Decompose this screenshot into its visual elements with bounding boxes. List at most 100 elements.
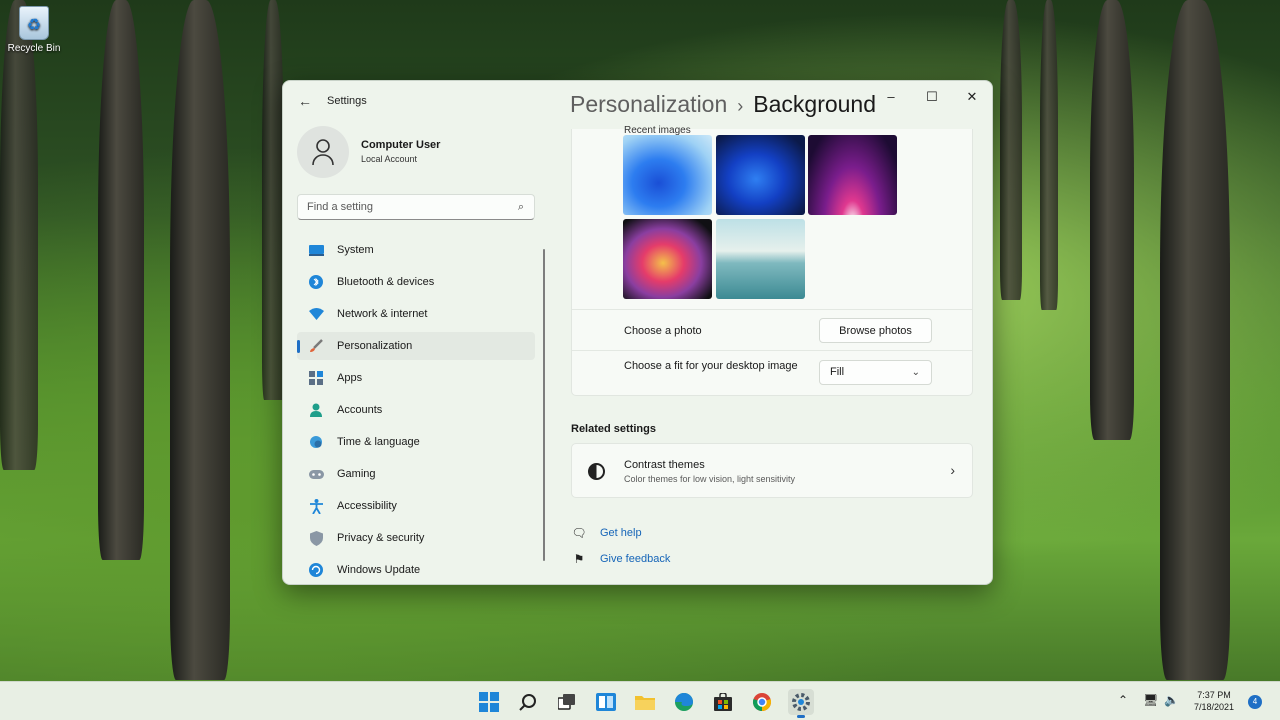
edge-browser-button[interactable]	[671, 689, 697, 715]
sidebar-item-label: System	[337, 244, 374, 256]
fit-dropdown[interactable]: Fill ⌄	[819, 360, 932, 385]
related-settings-title: Related settings	[571, 423, 656, 435]
user-profile[interactable]: Computer User Local Account	[297, 126, 547, 178]
user-name: Computer User	[361, 139, 441, 151]
settings-app-button[interactable]	[788, 689, 814, 718]
sidebar-item-label: Time & language	[337, 436, 420, 448]
sidebar-item-label: Bluetooth & devices	[337, 276, 435, 288]
sidebar-item-accessibility[interactable]: Accessibility	[297, 492, 535, 520]
display-icon	[308, 242, 324, 258]
contrast-themes-subtitle: Color themes for low vision, light sensi…	[624, 474, 796, 484]
recent-image-bloom-light[interactable]	[623, 135, 712, 215]
search-icon	[519, 694, 536, 711]
globe-clock-icon	[308, 434, 324, 450]
help-icon: 🗨	[571, 526, 587, 540]
sidebar-item-time-language[interactable]: Time & language	[297, 428, 535, 456]
recycle-bin-shortcut[interactable]: Recycle Bin	[6, 6, 62, 54]
network-icon[interactable]: 🖥	[1143, 693, 1158, 707]
brush-icon	[308, 338, 324, 354]
contrast-icon	[588, 463, 605, 480]
file-explorer-button[interactable]	[632, 689, 658, 715]
give-feedback-label: Give feedback	[600, 553, 671, 565]
settings-search: ⌕	[297, 194, 535, 220]
recycle-bin-icon	[19, 6, 49, 40]
shield-icon	[308, 530, 324, 546]
wifi-icon	[308, 306, 324, 322]
accessibility-icon	[308, 498, 324, 514]
clock-date: 7/18/2021	[1193, 702, 1235, 712]
sidebar-item-accounts[interactable]: Accounts	[297, 396, 535, 424]
content-pane: Recent images Choose a photo Browse phot…	[571, 125, 973, 579]
chevron-up-icon[interactable]: ⌃	[1118, 693, 1128, 707]
widgets-icon	[596, 693, 616, 711]
minimize-button[interactable]: –	[876, 87, 906, 107]
close-icon: ✕	[966, 89, 978, 104]
store-button[interactable]	[710, 689, 736, 715]
person-icon	[312, 139, 334, 166]
start-button[interactable]	[476, 689, 502, 715]
contrast-themes-title: Contrast themes	[624, 459, 705, 471]
apps-icon	[308, 370, 324, 386]
browse-photos-button[interactable]: Browse photos	[819, 318, 932, 343]
volume-icon[interactable]: 🔈	[1164, 693, 1179, 707]
title-bar: ← Settings Personalization › Background – …	[283, 81, 992, 121]
breadcrumb-parent[interactable]: Personalization	[570, 91, 727, 117]
sidebar-item-apps[interactable]: Apps	[297, 364, 535, 392]
search-input[interactable]	[298, 195, 534, 219]
close-button[interactable]: ✕	[957, 87, 987, 107]
back-button[interactable]: ←	[295, 91, 315, 111]
chevron-down-icon: ⌄	[911, 367, 920, 378]
sidebar-item-gaming[interactable]: Gaming	[297, 460, 535, 488]
sidebar-item-privacy[interactable]: Privacy & security	[297, 524, 535, 552]
edge-icon	[675, 693, 693, 711]
sidebar-item-system[interactable]: System	[297, 236, 535, 264]
clock[interactable]: 7:37 PM 7/18/2021	[1188, 689, 1240, 713]
folder-icon	[635, 696, 655, 710]
fit-label: Choose a fit for your desktop image	[624, 360, 798, 372]
notification-badge[interactable]: 4	[1248, 695, 1262, 709]
sidebar-item-windows-update[interactable]: Windows Update	[297, 556, 535, 584]
maximize-icon: ☐	[926, 89, 938, 104]
recent-image-glow[interactable]	[808, 135, 897, 215]
divider	[572, 309, 972, 310]
sidebar-item-label: Network & internet	[337, 308, 428, 320]
widgets-button[interactable]	[593, 689, 619, 715]
avatar	[297, 126, 349, 178]
chrome-icon	[752, 693, 772, 711]
chrome-button[interactable]	[749, 689, 775, 715]
settings-window: ← Settings Personalization › Background – …	[282, 80, 993, 585]
task-view-button[interactable]	[554, 689, 580, 715]
account-type: Local Account	[361, 154, 418, 164]
choose-photo-label: Choose a photo	[624, 325, 702, 337]
sidebar-item-label: Accounts	[337, 404, 383, 416]
task-view-icon	[558, 694, 575, 710]
feedback-icon: ⚑	[573, 552, 585, 566]
breadcrumb: Personalization › Background	[570, 91, 876, 118]
contrast-themes-link[interactable]: Contrast themes Color themes for low vis…	[571, 443, 973, 498]
sidebar-item-network[interactable]: Network & internet	[297, 300, 535, 328]
taskbar: ⌃ 🖥 🔈 7:37 PM 7/18/2021 4	[0, 681, 1280, 720]
recent-image-bloom-dark[interactable]	[716, 135, 805, 215]
fit-dropdown-value: Fill	[830, 366, 845, 378]
get-help-label: Get help	[600, 527, 642, 539]
gamepad-icon	[308, 466, 324, 482]
sidebar-item-label: Apps	[337, 372, 363, 384]
bluetooth-icon	[308, 274, 324, 290]
sidebar-item-bluetooth[interactable]: Bluetooth & devices	[297, 268, 535, 296]
person-icon	[308, 402, 324, 418]
store-icon	[714, 693, 732, 711]
update-icon	[308, 562, 324, 578]
sidebar-item-label: Windows Update	[337, 564, 421, 576]
sidebar-item-label: Accessibility	[337, 500, 397, 512]
recent-image-lake[interactable]	[716, 219, 805, 299]
recent-image-flow[interactable]	[623, 219, 712, 299]
sidebar-scrollbar[interactable]	[543, 249, 545, 561]
sidebar-nav: System Bluetooth & devices Network & int…	[297, 236, 535, 584]
get-help-link[interactable]: 🗨 Get help	[571, 524, 642, 542]
maximize-button[interactable]: ☐	[917, 87, 947, 107]
divider	[572, 350, 972, 351]
sidebar-item-personalization[interactable]: Personalization	[297, 332, 535, 360]
give-feedback-link[interactable]: ⚑ Give feedback	[571, 550, 671, 568]
search-button[interactable]	[515, 689, 541, 715]
search-icon[interactable]: ⌕	[518, 201, 524, 214]
